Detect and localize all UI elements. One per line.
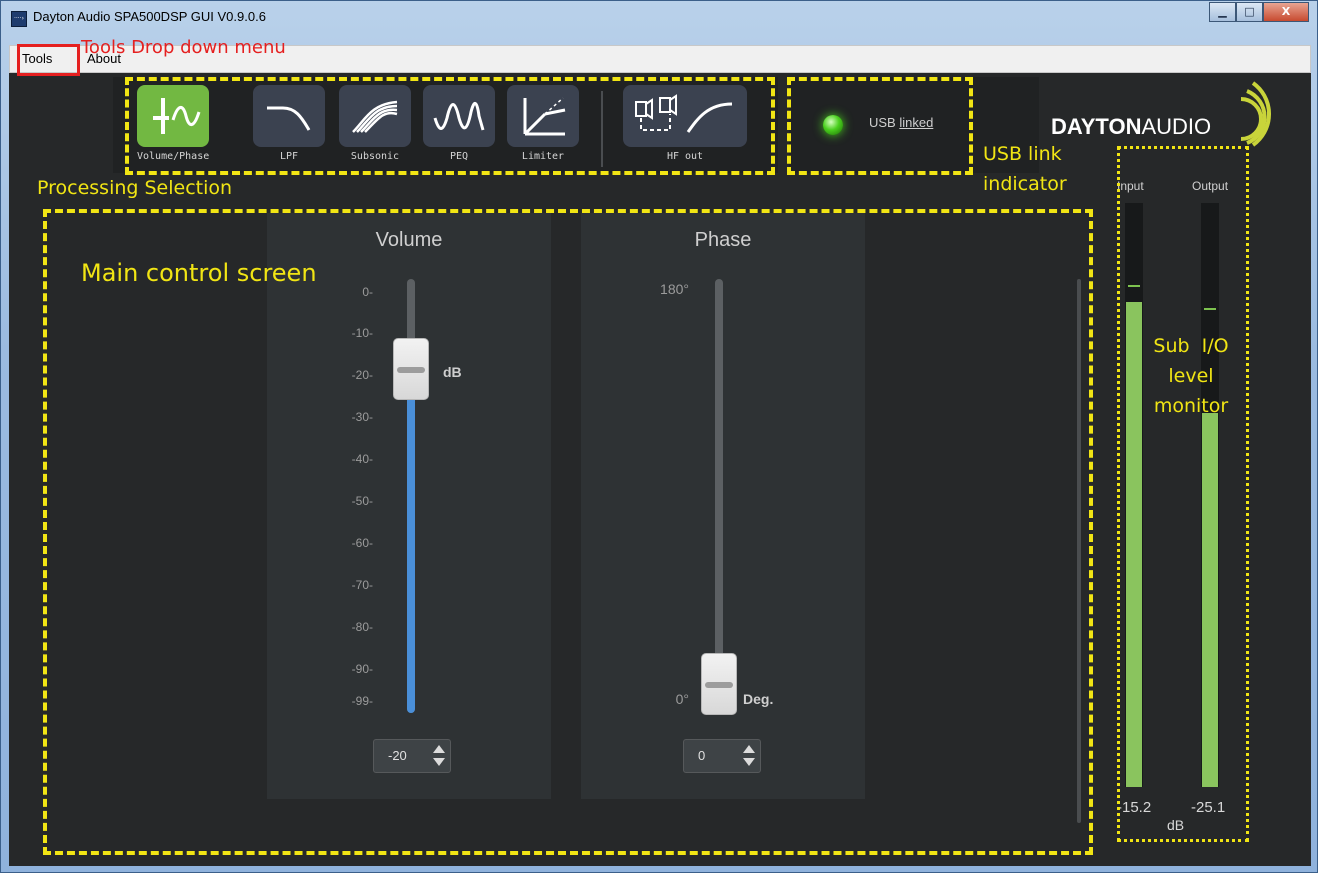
- main-control-screen-box: [43, 209, 1093, 855]
- monitor-annotation-line3: monitor: [1153, 395, 1229, 417]
- minimize-button[interactable]: ▁: [1209, 2, 1236, 22]
- usb-annotation-line1: USB link: [983, 143, 1062, 165]
- app-icon: ····›: [11, 11, 27, 27]
- app-window: ····› Dayton Audio SPA500DSP GUI V0.9.0.…: [0, 0, 1318, 873]
- logo-word-light: AUDIO: [1141, 114, 1212, 139]
- main-control-annotation: Main control screen: [81, 259, 317, 287]
- maximize-button[interactable]: □: [1236, 2, 1263, 22]
- sound-waves-icon: [1240, 81, 1271, 147]
- io-monitor-annotation: Sub I/O level monitor: [1141, 331, 1241, 421]
- dayton-audio-logo: DAYTONAUDIO: [1049, 77, 1289, 147]
- close-button[interactable]: X: [1263, 2, 1309, 22]
- window-title: Dayton Audio SPA500DSP GUI V0.9.0.6: [33, 9, 266, 24]
- io-monitor-box: [1117, 146, 1249, 842]
- logo-text: DAYTONAUDIO: [1051, 114, 1211, 140]
- monitor-annotation-line1: Sub I/O: [1153, 335, 1229, 357]
- usb-indicator-box: [787, 77, 973, 175]
- logo-word-bold: DAYTON: [1051, 114, 1142, 139]
- tools-menu-highlight: [17, 44, 80, 76]
- usb-indicator-annotation: USB link indicator: [983, 139, 1067, 199]
- usb-annotation-line2: indicator: [983, 173, 1067, 195]
- tools-menu-annotation: Tools Drop down menu: [81, 37, 286, 58]
- monitor-annotation-line2: level: [1168, 365, 1214, 387]
- window-controls: ▁ □ X: [1209, 2, 1309, 22]
- processing-selection-annotation: Processing Selection: [37, 177, 233, 199]
- processing-selection-box: [125, 77, 775, 175]
- title-bar[interactable]: ····› Dayton Audio SPA500DSP GUI V0.9.0.…: [1, 1, 1317, 41]
